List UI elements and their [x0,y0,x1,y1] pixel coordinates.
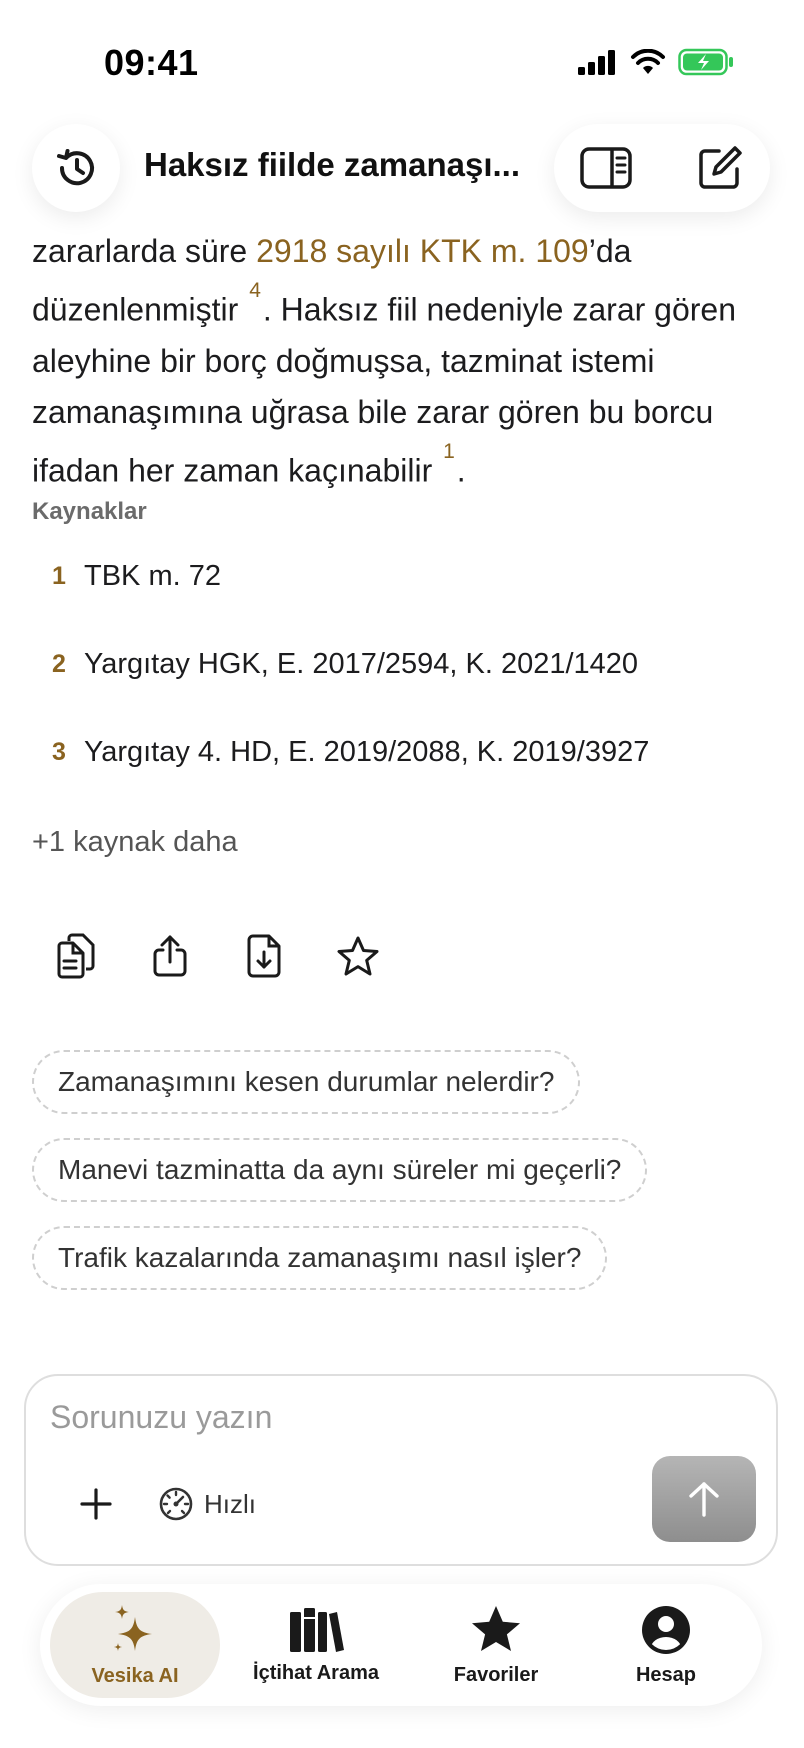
citation-marker[interactable]: 4 [249,279,261,302]
copy-icon [57,933,95,979]
message-composer: Hızlı [24,1374,778,1566]
plus-icon [80,1488,112,1520]
answer-text-segment: . [456,452,466,489]
status-time: 09:41 [104,42,199,83]
wifi-icon [631,49,665,74]
suggestion-chip[interactable]: Manevi tazminatta da aynı süreler mi geç… [32,1138,648,1202]
share-icon [153,935,187,977]
new-chat-button[interactable] [694,142,746,194]
status-icons [578,48,734,76]
speedometer-icon [159,1487,193,1521]
bottom-tab-bar: Vesika AI İçtihat Arama Favoriler Hesap [40,1584,762,1706]
tab-label: Hesap [635,1663,697,1686]
history-icon [57,149,94,186]
citation-marker[interactable]: 1 [443,440,455,463]
sparkles-icon [114,1604,152,1651]
download-button[interactable] [240,930,288,982]
cellular-signal-icon [578,50,615,75]
source-text: TBK m. 72 [84,560,221,592]
tab-label: Vesika AI [91,1664,179,1687]
tab-favoriler[interactable]: Favoriler [416,1592,576,1698]
copy-button[interactable] [52,930,100,982]
star-icon [472,1605,520,1651]
attach-button[interactable] [74,1482,118,1526]
answer-text-segment: zararlarda süre [32,233,257,269]
source-item[interactable]: 2 Yargıtay HGK, E. 2017/2594, K. 2021/14… [52,648,638,681]
sidebar-icon [580,147,632,189]
favorite-button[interactable] [334,930,382,982]
source-text: Yargıtay HGK, E. 2017/2594, K. 2021/1420 [84,648,639,680]
mode-label: Hızlı [204,1488,256,1519]
status-bar: 09:41 [0,0,804,120]
question-input[interactable] [48,1398,612,1437]
answer-text: zararlarda süre 2918 sayılı KTK m. 109’d… [32,226,772,496]
source-item[interactable]: 1 TBK m. 72 [52,560,221,593]
tab-label: Favoriler [453,1663,539,1686]
star-icon [337,936,379,976]
account-icon [642,1605,690,1654]
history-button[interactable] [32,124,120,212]
chat-title: Haksız fiilde zamanaşı... [144,146,520,183]
share-button[interactable] [146,930,194,982]
tab-ictihat-arama[interactable]: İçtihat Arama [226,1592,406,1698]
message-actions [52,930,428,982]
source-item[interactable]: 3 Yargıtay 4. HD, E. 2019/2088, K. 2019/… [52,736,649,769]
battery-charging-icon [678,48,733,76]
law-reference-link[interactable]: 2918 sayılı KTK m. 109 [256,233,589,269]
suggestion-chip[interactable]: Trafik kazalarında zamanaşımı nasıl işle… [32,1226,608,1290]
books-icon [290,1607,344,1652]
compose-icon [699,146,742,189]
sources-heading: Kaynaklar [32,498,147,525]
more-sources-link[interactable]: +1 kaynak daha [32,826,238,859]
header-actions [554,124,770,212]
download-icon [247,934,281,978]
chat-header: Haksız fiilde zamanaşı... [0,122,804,218]
tab-vesika-ai[interactable]: Vesika AI [50,1592,220,1698]
arrow-up-icon [689,1482,719,1517]
send-button[interactable] [652,1456,756,1542]
suggestion-chip[interactable]: Zamanaşımını kesen durumlar nelerdir? [32,1050,581,1114]
tab-label: İçtihat Arama [253,1661,379,1684]
source-text: Yargıtay 4. HD, E. 2019/2088, K. 2019/39… [84,736,650,768]
source-number: 2 [52,650,66,678]
sidebar-toggle-button[interactable] [578,144,634,192]
source-number: 1 [52,562,66,590]
mode-selector[interactable]: Hızlı [158,1480,256,1528]
source-number: 3 [52,738,66,766]
answer-paragraph: zararlarda süre 2918 sayılı KTK m. 109’d… [32,226,772,496]
tab-hesap[interactable]: Hesap [594,1592,738,1698]
